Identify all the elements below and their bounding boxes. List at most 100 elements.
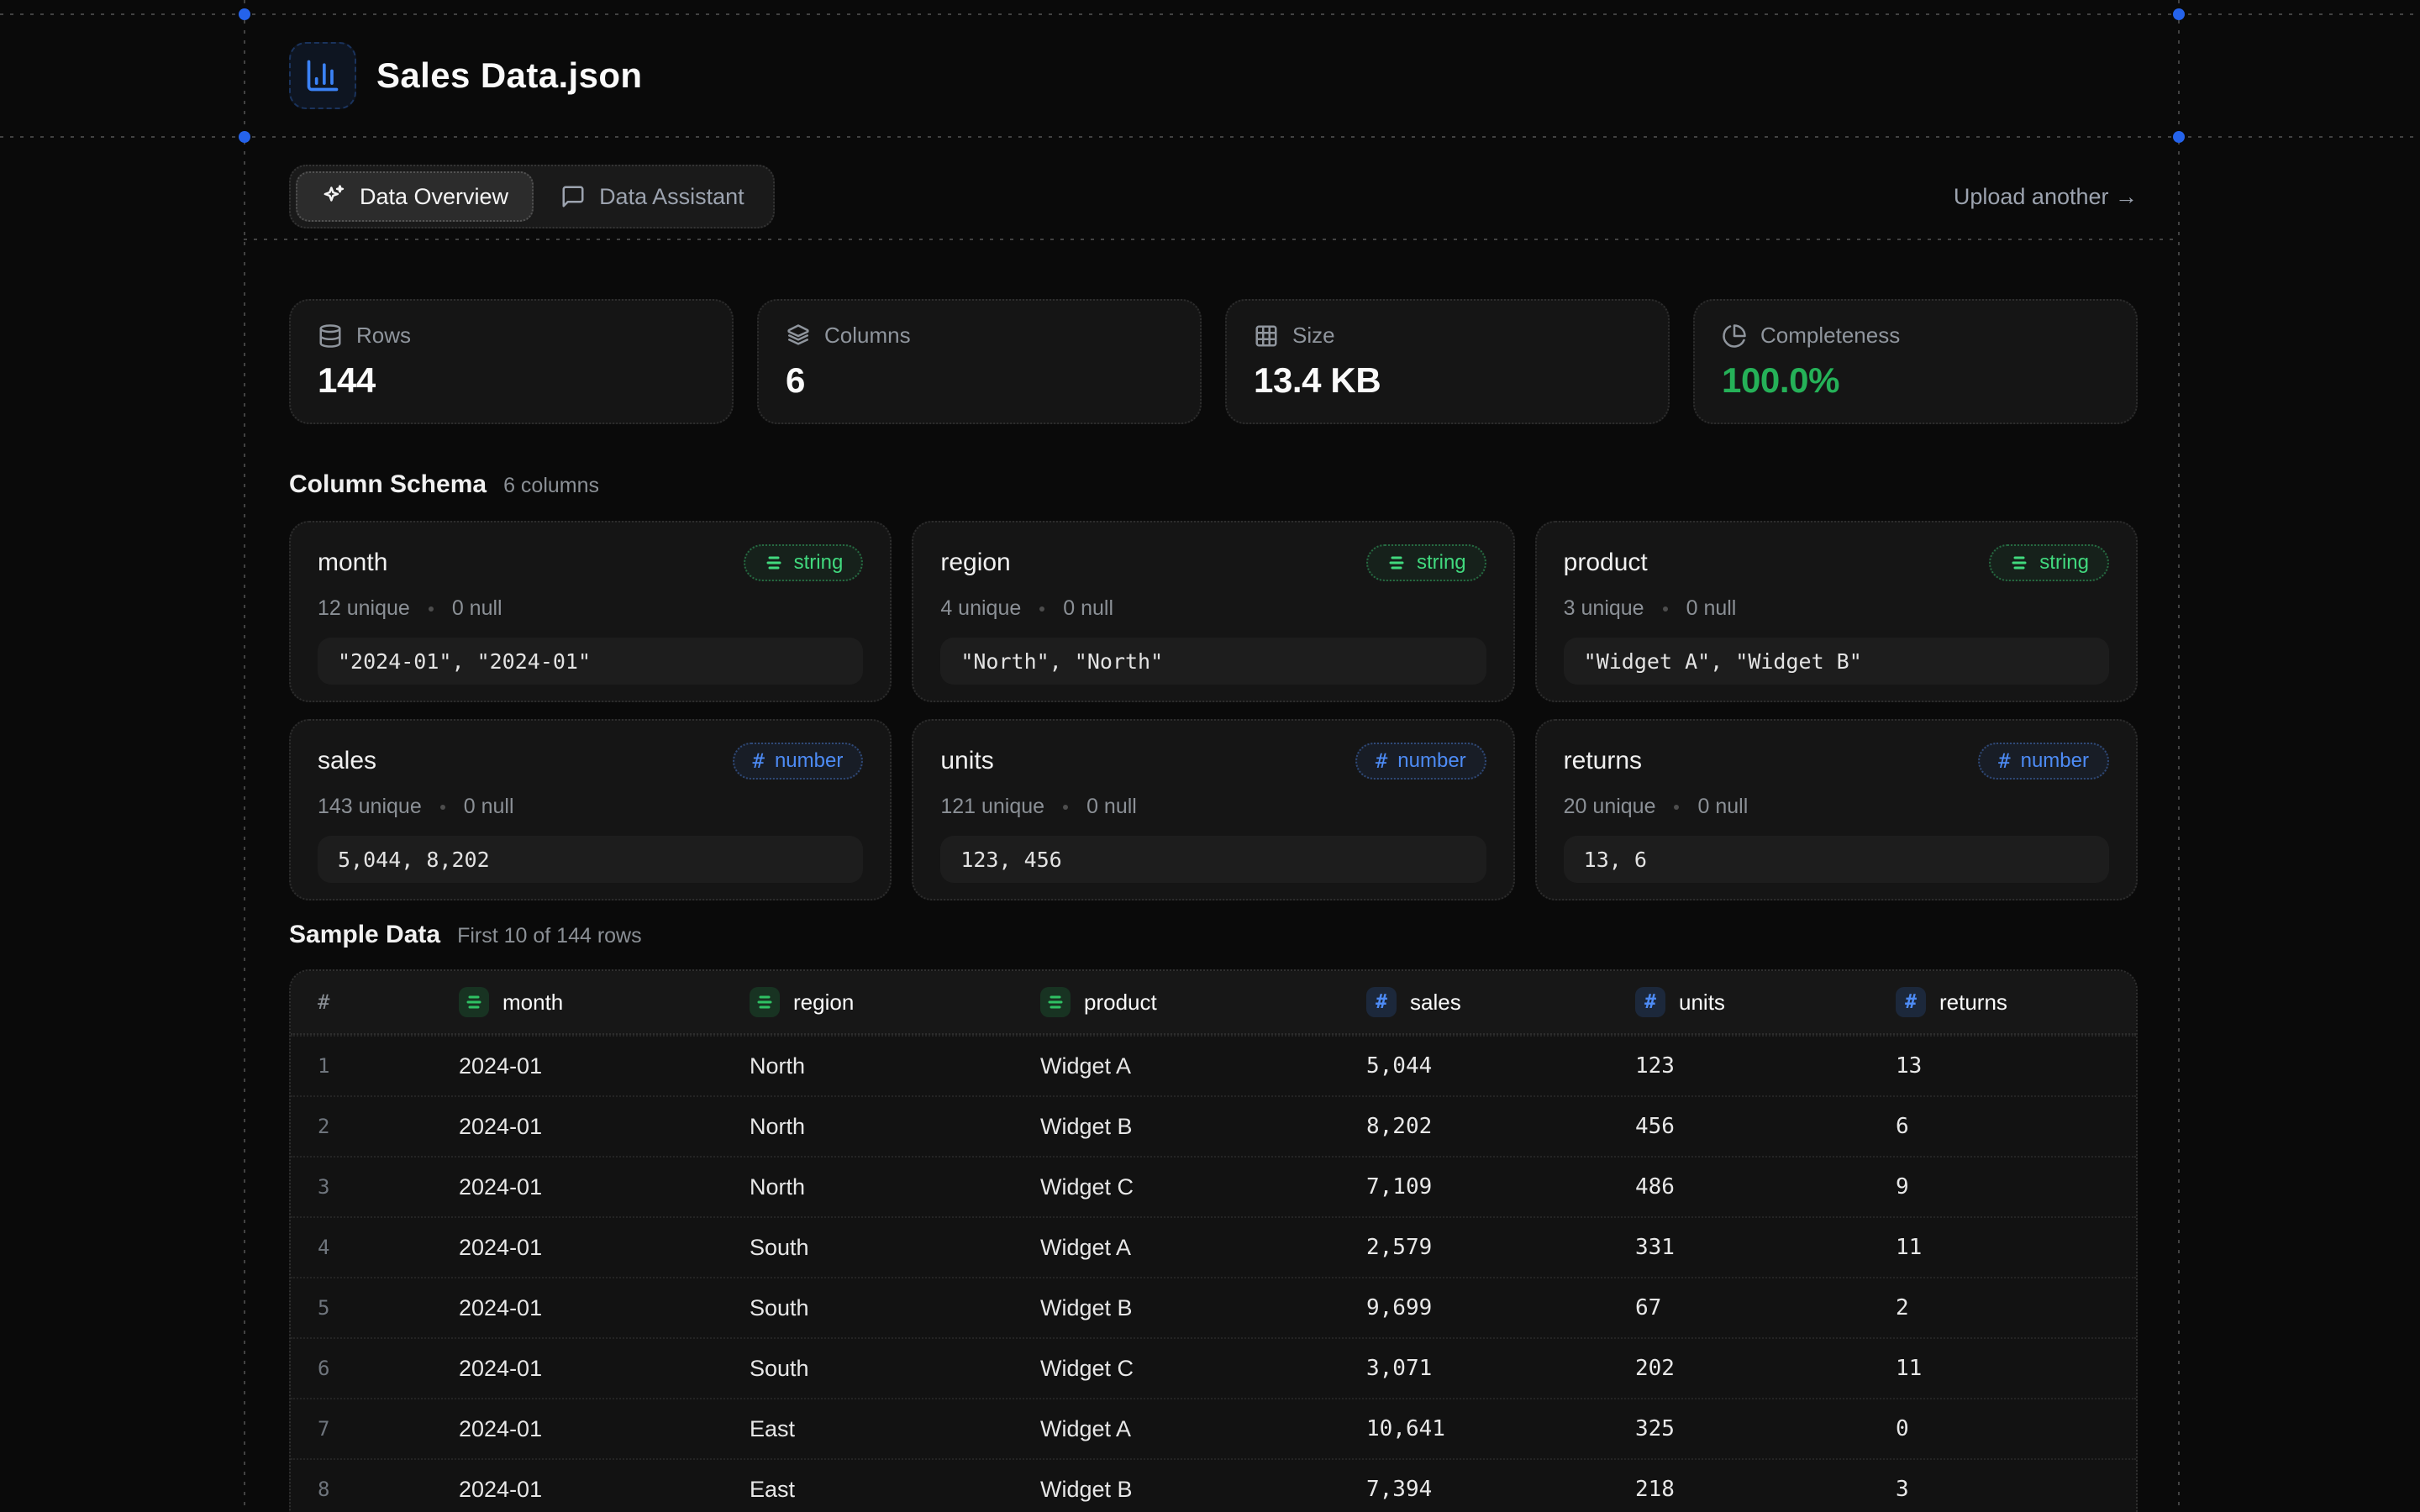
cell-product: Widget A	[1013, 1235, 1339, 1261]
table-row: 82024-01EastWidget B7,3942183	[291, 1458, 2136, 1512]
unique-count: 143 unique	[318, 795, 422, 819]
cell-index: 7	[291, 1417, 432, 1441]
column-stats: 3 unique 0 null	[1564, 596, 2109, 621]
null-count: 0 null	[452, 596, 502, 621]
table-header-sales: #sales	[1339, 987, 1608, 1017]
cell-units: 331	[1608, 1235, 1869, 1260]
sample-section-subtitle: First 10 of 144 rows	[457, 924, 642, 948]
null-count: 0 null	[1697, 795, 1748, 819]
stat-card: Size 13.4 KB	[1225, 299, 1670, 424]
column-stats: 4 unique 0 null	[940, 596, 1486, 621]
cell-index: 6	[291, 1357, 432, 1380]
cell-month: 2024-01	[432, 1174, 723, 1200]
table-header-index: #	[291, 990, 432, 1014]
sample-values: "2024-01", "2024-01"	[318, 638, 863, 685]
type-label: string	[2039, 551, 2089, 575]
table-header-row: #monthregionproduct#sales#units#returns	[291, 971, 2136, 1035]
selection-handle-bottom-right[interactable]	[2173, 131, 2185, 143]
cell-returns: 9	[1869, 1174, 2136, 1200]
cell-returns: 11	[1869, 1235, 2136, 1260]
tab-label: Data Overview	[360, 184, 508, 210]
column-name: sales	[318, 747, 376, 775]
cell-product: Widget B	[1013, 1114, 1339, 1140]
table-row: 52024-01SouthWidget B9,699672	[291, 1277, 2136, 1337]
selection-handle-bottom-left[interactable]	[239, 131, 250, 143]
stat-value: 100.0%	[1722, 360, 2109, 401]
pie-chart-icon	[1722, 323, 1747, 349]
type-label: number	[775, 749, 843, 773]
cell-month: 2024-01	[432, 1416, 723, 1442]
stat-card: Columns 6	[757, 299, 1202, 424]
cell-units: 67	[1608, 1295, 1869, 1320]
selection-handle-top-left[interactable]	[239, 8, 250, 20]
cell-region: North	[723, 1053, 1013, 1079]
dot-separator	[1674, 805, 1679, 810]
hash-icon: #	[1635, 987, 1665, 1017]
cell-product: Widget A	[1013, 1053, 1339, 1079]
stat-card: Completeness 100.0%	[1693, 299, 2138, 424]
upload-another-link[interactable]: Upload another →	[1954, 184, 2138, 210]
column-name: month	[318, 549, 387, 577]
stat-label: Columns	[824, 323, 911, 349]
cell-sales: 8,202	[1339, 1114, 1608, 1139]
stat-card: Rows 144	[289, 299, 734, 424]
sample-data-table: #monthregionproduct#sales#units#returns1…	[289, 969, 2138, 1512]
page-title: Sales Data.json	[376, 55, 642, 96]
cell-region: South	[723, 1295, 1013, 1321]
cell-sales: 7,109	[1339, 1174, 1608, 1200]
cell-returns: 0	[1869, 1416, 2136, 1441]
hash-icon: #	[1998, 751, 2010, 771]
cell-sales: 7,394	[1339, 1477, 1608, 1502]
cell-product: Widget B	[1013, 1477, 1339, 1503]
tab-group: Data Overview Data Assistant	[289, 165, 775, 228]
table-header-region: region	[723, 987, 1013, 1017]
column-name: product	[1564, 549, 1648, 577]
sample-values: 13, 6	[1564, 836, 2109, 883]
cell-returns: 2	[1869, 1295, 2136, 1320]
sample-section-head: Sample Data First 10 of 144 rows	[289, 921, 642, 949]
cell-month: 2024-01	[432, 1295, 723, 1321]
cell-region: North	[723, 1174, 1013, 1200]
cell-sales: 9,699	[1339, 1295, 1608, 1320]
cell-sales: 5,044	[1339, 1053, 1608, 1079]
dot-separator	[429, 606, 434, 612]
cell-index: 4	[291, 1236, 432, 1259]
table-row: 32024-01NorthWidget C7,1094869	[291, 1156, 2136, 1216]
sample-section-title: Sample Data	[289, 921, 440, 949]
stat-value: 13.4 KB	[1254, 360, 1641, 401]
null-count: 0 null	[1063, 596, 1113, 621]
cell-units: 325	[1608, 1416, 1869, 1441]
guide-line-vertical-right	[2178, 0, 2180, 1512]
dot-separator	[1039, 606, 1044, 612]
cell-returns: 3	[1869, 1477, 2136, 1502]
schema-column-card: returns # number 20 unique 0 null 13, 6	[1535, 719, 2138, 900]
unique-count: 4 unique	[940, 596, 1021, 621]
hash-icon: #	[753, 751, 765, 771]
schema-column-card: units # number 121 unique 0 null 123, 45…	[912, 719, 1514, 900]
sample-values: 123, 456	[940, 836, 1486, 883]
tab-data-overview[interactable]: Data Overview	[296, 171, 534, 222]
cell-index: 3	[291, 1175, 432, 1199]
type-label: number	[2021, 749, 2089, 773]
unique-count: 3 unique	[1564, 596, 1644, 621]
type-badge: string	[744, 544, 864, 581]
lines-icon	[750, 987, 780, 1017]
unique-count: 12 unique	[318, 596, 410, 621]
schema-column-card: region string 4 unique 0 null "North", "…	[912, 521, 1514, 702]
hash-icon: #	[1896, 987, 1926, 1017]
hash-icon: #	[1376, 751, 1387, 771]
cell-region: North	[723, 1114, 1013, 1140]
guide-line-vertical-left	[244, 0, 245, 1512]
stat-label: Rows	[356, 323, 411, 349]
dot-separator	[1063, 805, 1068, 810]
cell-month: 2024-01	[432, 1114, 723, 1140]
column-stats: 12 unique 0 null	[318, 596, 863, 621]
cell-region: East	[723, 1416, 1013, 1442]
tab-data-assistant[interactable]: Data Assistant	[537, 171, 768, 222]
selection-handle-top-right[interactable]	[2173, 8, 2185, 20]
table-row: 22024-01NorthWidget B8,2024566	[291, 1095, 2136, 1156]
table-header-month: month	[432, 987, 723, 1017]
app-window: Sales Data.json Data Overview	[0, 0, 2420, 1512]
column-name: region	[940, 549, 1010, 577]
table-row: 62024-01SouthWidget C3,07120211	[291, 1337, 2136, 1398]
